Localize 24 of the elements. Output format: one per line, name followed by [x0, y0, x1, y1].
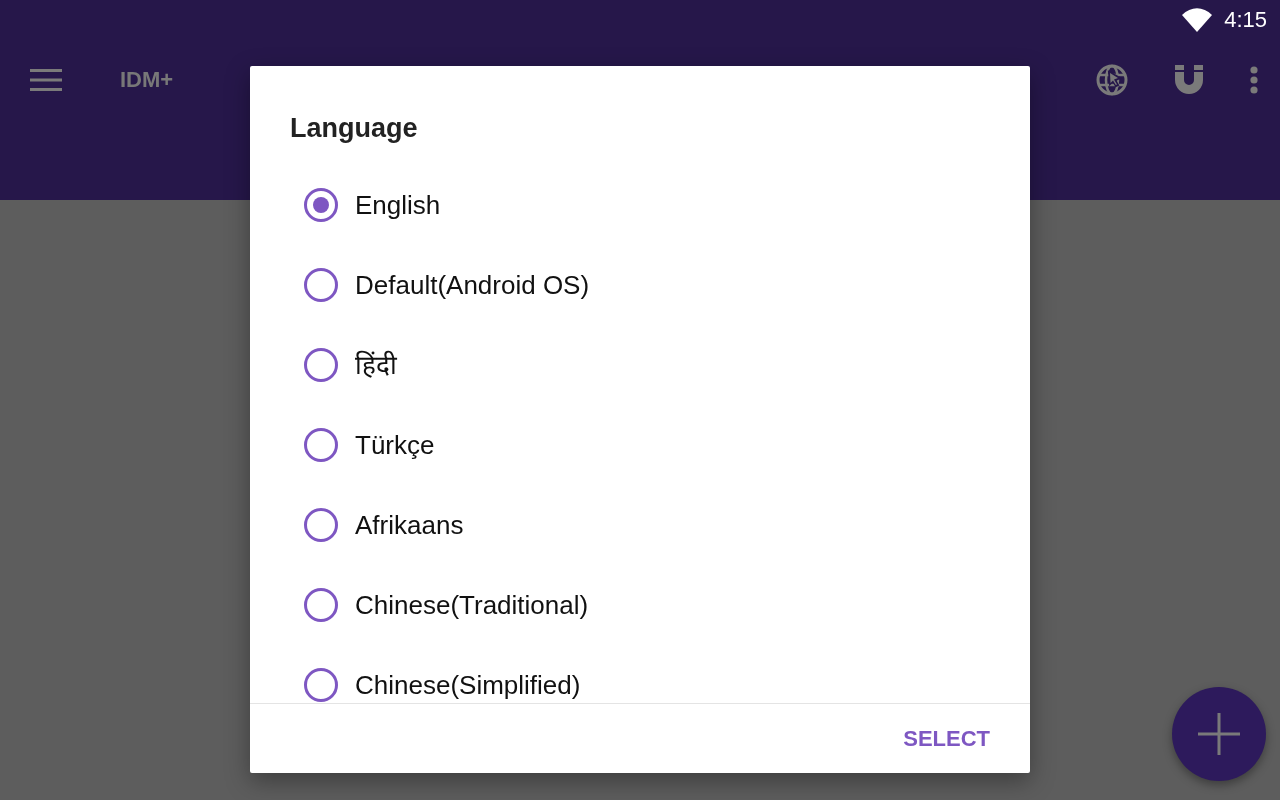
- radio-button[interactable]: [304, 668, 338, 702]
- option-label[interactable]: Afrikaans: [355, 511, 464, 539]
- radio-button[interactable]: [304, 588, 338, 622]
- dialog-title: Language: [290, 112, 418, 145]
- option-label[interactable]: हिंदी: [355, 351, 397, 379]
- select-button[interactable]: SELECT: [893, 717, 1000, 760]
- radio-button[interactable]: [304, 428, 338, 462]
- radio-button[interactable]: [304, 348, 338, 382]
- wifi-icon: [1182, 8, 1213, 32]
- option-label[interactable]: Türkçe: [355, 431, 435, 459]
- plus-icon: [1198, 713, 1240, 755]
- option-label[interactable]: Chinese(Traditional): [355, 591, 589, 619]
- status-time: 4:15: [1224, 7, 1267, 33]
- more-options-icon[interactable]: [1250, 66, 1258, 94]
- app-title: IDM+: [120, 67, 174, 93]
- menu-icon[interactable]: [30, 69, 62, 91]
- radio-button[interactable]: [304, 508, 338, 542]
- magnet-icon[interactable]: [1174, 65, 1204, 95]
- radio-button[interactable]: [304, 268, 338, 302]
- option-label[interactable]: Chinese(Simplified): [355, 671, 581, 699]
- option-label[interactable]: English: [355, 191, 441, 219]
- globe-cursor-icon[interactable]: [1096, 64, 1128, 96]
- option-label[interactable]: Default(Android OS): [355, 271, 590, 299]
- radio-button[interactable]: [304, 188, 338, 222]
